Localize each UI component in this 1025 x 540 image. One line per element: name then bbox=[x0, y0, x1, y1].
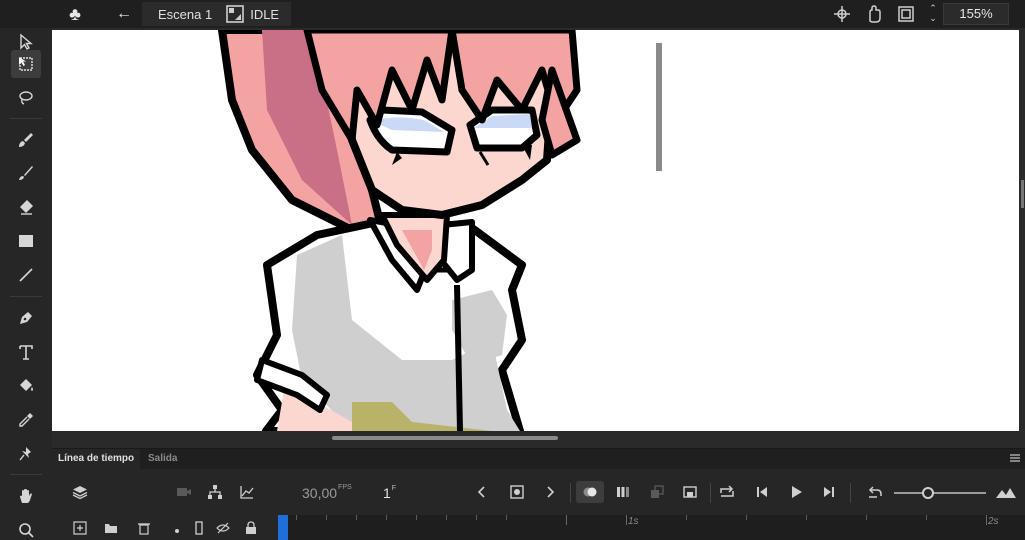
camera-icon[interactable] bbox=[173, 481, 195, 503]
insert-keyframe-icon[interactable] bbox=[506, 481, 528, 503]
folder-icon[interactable] bbox=[102, 519, 120, 537]
outline-icon[interactable] bbox=[190, 519, 208, 537]
hand-icon[interactable] bbox=[11, 482, 41, 510]
panel-menu-icon[interactable] bbox=[1009, 452, 1021, 464]
text-icon[interactable] bbox=[11, 338, 41, 366]
free-transform-icon[interactable] bbox=[11, 50, 41, 78]
edit-multiple-frames-icon[interactable] bbox=[646, 481, 668, 503]
panel-tabs: Línea de tiempo Salida bbox=[52, 449, 1025, 469]
slider-knob[interactable] bbox=[922, 487, 934, 499]
undo-icon[interactable] bbox=[864, 481, 886, 503]
eraser-icon[interactable] bbox=[11, 193, 41, 221]
onion-skin-outline-icon[interactable] bbox=[612, 481, 634, 503]
visibility-icon[interactable] bbox=[214, 519, 232, 537]
line-icon[interactable] bbox=[11, 261, 41, 289]
loop-icon[interactable] bbox=[716, 481, 738, 503]
tab-output[interactable]: Salida bbox=[142, 449, 183, 469]
timeline-controls: 30,00FPS 1F bbox=[52, 469, 1025, 515]
paint-brush-icon[interactable] bbox=[11, 126, 41, 154]
fps-unit: FPS bbox=[338, 484, 352, 491]
pen-icon[interactable] bbox=[11, 304, 41, 332]
paint-bucket-icon[interactable] bbox=[11, 372, 41, 400]
center-stage-icon[interactable] bbox=[832, 4, 852, 24]
eyedropper-icon[interactable] bbox=[11, 406, 41, 434]
onion-skin-icon[interactable] bbox=[576, 481, 604, 503]
parenting-icon[interactable] bbox=[204, 481, 226, 503]
layers-icon[interactable] bbox=[69, 481, 91, 503]
horizontal-scrollbar[interactable] bbox=[332, 436, 558, 440]
play-icon[interactable] bbox=[785, 481, 807, 503]
zoom-stepper[interactable]: ⌃ ⌄ bbox=[927, 3, 939, 25]
breadcrumb-symbol[interactable]: IDLE bbox=[250, 7, 291, 22]
lock-icon[interactable] bbox=[242, 519, 260, 537]
frame-value: 1 bbox=[383, 485, 391, 501]
tools-panel bbox=[0, 28, 52, 540]
highlight-dot-icon[interactable] bbox=[168, 519, 186, 537]
ruler-label-2s: 2s bbox=[988, 516, 999, 527]
timeline-ruler[interactable]: 1s 2s bbox=[278, 515, 1025, 540]
layer-toolbar bbox=[52, 515, 278, 540]
ruler-label-1s: 1s bbox=[628, 516, 639, 527]
frame-unit: F bbox=[391, 485, 397, 492]
add-layer-icon[interactable] bbox=[71, 519, 89, 537]
zoom-field[interactable]: 155% bbox=[943, 3, 1009, 25]
step-forward-icon[interactable] bbox=[818, 481, 840, 503]
character-artwork bbox=[218, 30, 662, 431]
timeline-panel: Línea de tiempo Salida 30,00FPS 1F 1s 2s bbox=[52, 448, 1025, 540]
vertical-scrollbar[interactable] bbox=[1019, 28, 1025, 448]
clip-stage-icon[interactable] bbox=[896, 4, 916, 24]
fps-display[interactable]: 30,00FPS bbox=[302, 484, 352, 501]
club-icon[interactable]: ♣ bbox=[64, 3, 86, 25]
tab-timeline[interactable]: Línea de tiempo bbox=[52, 449, 141, 469]
rectangle-icon[interactable] bbox=[11, 227, 41, 255]
rotate-hand-icon[interactable] bbox=[864, 4, 884, 24]
frame-view-icon[interactable] bbox=[679, 481, 701, 503]
breadcrumb-scene[interactable]: Escena 1 bbox=[142, 7, 222, 22]
back-arrow-icon[interactable]: ← bbox=[112, 3, 136, 25]
frame-zoom-slider[interactable] bbox=[894, 487, 986, 499]
fps-value: 30,00 bbox=[302, 485, 338, 501]
graph-icon[interactable] bbox=[236, 481, 258, 503]
next-keyframe-icon[interactable] bbox=[539, 481, 561, 503]
prev-keyframe-icon[interactable] bbox=[471, 481, 493, 503]
mountains-icon[interactable] bbox=[993, 481, 1019, 503]
stage-canvas[interactable] bbox=[52, 30, 1019, 431]
breadcrumb: Escena 1 IDLE bbox=[142, 2, 292, 26]
playhead[interactable] bbox=[278, 515, 288, 540]
top-bar: ♣ ← Escena 1 IDLE ⌃ ⌄ 155% bbox=[0, 0, 1025, 28]
pin-icon[interactable] bbox=[11, 440, 41, 468]
trash-icon[interactable] bbox=[135, 519, 153, 537]
brush-icon[interactable] bbox=[11, 159, 41, 187]
current-frame[interactable]: 1F bbox=[383, 485, 396, 501]
step-back-icon[interactable] bbox=[751, 481, 773, 503]
zoom-icon[interactable] bbox=[11, 516, 41, 540]
movie-clip-icon bbox=[226, 5, 245, 23]
stage-area bbox=[52, 28, 1025, 448]
lasso-icon[interactable] bbox=[11, 84, 41, 112]
